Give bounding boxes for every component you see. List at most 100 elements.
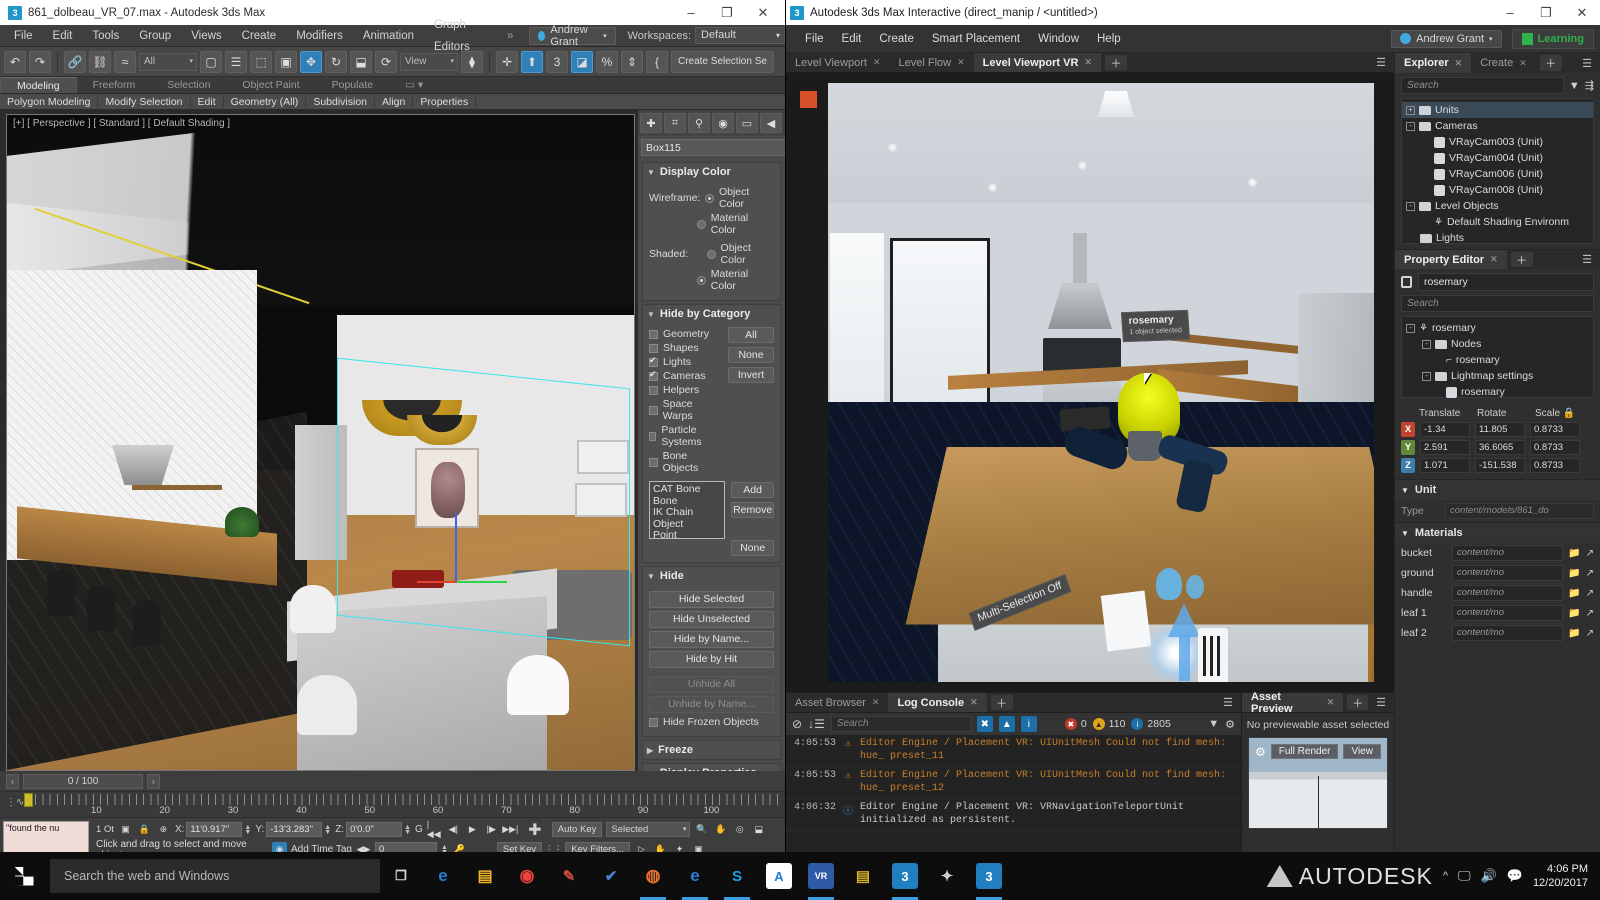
named-selection-icon[interactable]: ⇕	[621, 50, 643, 73]
rollout-display-color-header[interactable]: ▼ Display Color	[643, 163, 780, 181]
tab-level-viewport[interactable]: Level Viewport ✕	[786, 53, 890, 72]
rollout-hide-header[interactable]: ▼ Hide	[643, 567, 780, 585]
frame-field[interactable]: 0 / 100	[23, 773, 143, 789]
log-row[interactable]: 4:05:53 ⚠ Editor Engine / Placement VR: …	[786, 767, 1241, 799]
filter-warnings-icon[interactable]: ▲	[998, 716, 1015, 732]
add-button[interactable]: Add	[731, 482, 774, 498]
unit-type-value[interactable]: content/models/861_do	[1445, 503, 1594, 519]
taskbar-clock[interactable]: 4:06 PM 12/20/2017	[1533, 862, 1588, 890]
clear-log-icon[interactable]: ⊘	[792, 717, 802, 731]
browse-folder-icon[interactable]: 📁	[1568, 628, 1580, 639]
select-by-name-icon[interactable]: ☰	[225, 50, 247, 73]
start-button[interactable]	[0, 852, 48, 900]
unhide-all-button[interactable]: Unhide All	[649, 676, 774, 693]
volume-icon[interactable]: 🔊	[1481, 868, 1497, 884]
pan-icon[interactable]: ✋	[713, 822, 728, 837]
collapse-icon[interactable]: -	[1406, 201, 1415, 211]
lock-icon[interactable]	[1401, 276, 1412, 288]
category-row[interactable]: Lights	[649, 355, 722, 368]
undo-icon[interactable]: ↶	[4, 50, 26, 73]
add-keyframe-icon[interactable]: ✚	[522, 822, 548, 839]
property-search-input[interactable]: Search	[1401, 295, 1594, 312]
list-item[interactable]: IK Chain Object	[653, 506, 721, 530]
rollout-display-properties-header[interactable]: ▼ Display Properties	[643, 764, 780, 771]
vr-scene[interactable]: rosemary 1 object selected Multi-Selecti…	[828, 83, 1374, 682]
ribbon-edit[interactable]: Edit	[191, 93, 224, 110]
x-coord-field[interactable]: X: 11'0.917" ▲ ▼	[175, 822, 251, 837]
imenu-edit[interactable]: Edit	[833, 25, 871, 53]
auto-key-button[interactable]: Auto Key	[551, 822, 603, 837]
vr-viewport[interactable]: rosemary 1 object selected Multi-Selecti…	[786, 73, 1394, 692]
add-tab-icon[interactable]: ＋	[1104, 55, 1127, 70]
taskbar-app-skype[interactable]: S	[716, 852, 758, 900]
taskbar-app-edge-2[interactable]: e	[674, 852, 716, 900]
explorer-search-input[interactable]: Search	[1401, 77, 1564, 94]
category-row[interactable]: Shapes	[649, 342, 722, 354]
hierarchy-icon[interactable]: ⇶	[1585, 79, 1594, 92]
ribbon-options-icon[interactable]: ▭ ▾	[389, 77, 439, 93]
tree-node-lights[interactable]: Lights	[1402, 230, 1593, 246]
ribbon-properties[interactable]: Properties	[413, 93, 477, 110]
interactive-user-chip[interactable]: Andrew Grant ▾	[1391, 29, 1502, 48]
prop-node-rosemary-node[interactable]: ⌐ rosemary	[1402, 352, 1593, 368]
prop-node-rosemary-lightmap[interactable]: rosemary	[1402, 384, 1593, 400]
tab-asset-preview[interactable]: Asset Preview ✕	[1242, 691, 1344, 715]
shaded-object-color-radio[interactable]	[707, 249, 716, 259]
category-row[interactable]: Bone Objects	[649, 450, 722, 474]
object-name-input[interactable]	[641, 139, 785, 156]
z-value[interactable]: 0'0.0"	[346, 822, 403, 837]
wireframe-material-color-radio[interactable]	[697, 219, 706, 229]
tree-node-units[interactable]: + Units	[1402, 102, 1593, 118]
minimize-button[interactable]: –	[673, 0, 709, 25]
close-icon[interactable]: ✕	[1519, 58, 1527, 69]
rotate-z-input[interactable]: -151.538	[1475, 458, 1525, 473]
reference-coordinate-combo[interactable]: View	[400, 52, 458, 71]
task-view-button[interactable]: ❐	[380, 852, 422, 900]
network-icon[interactable]: 🖵	[1458, 868, 1471, 884]
bone-type-list[interactable]: CAT Bone Bone IK Chain Object Point	[649, 481, 726, 541]
hide-selected-button[interactable]: Hide Selected	[649, 591, 774, 608]
prev-frame-button[interactable]: ‹	[6, 773, 19, 789]
tree-node-cameras[interactable]: - Cameras	[1402, 118, 1593, 134]
none-button[interactable]: None	[728, 347, 774, 363]
materials-section-header[interactable]: ▼ Materials	[1395, 522, 1600, 543]
orbit-icon[interactable]: ◎	[732, 822, 747, 837]
explorer-tree[interactable]: + Units - Cameras VRayCam003 (Unit) VRay…	[1401, 98, 1594, 244]
redo-icon[interactable]: ↷	[29, 50, 51, 73]
menu-group[interactable]: Group	[129, 25, 181, 47]
shapes-checkbox[interactable]	[649, 343, 658, 353]
ribbon-tab-populate[interactable]: Populate	[316, 77, 389, 93]
taskbar-app-max-interactive[interactable]: 3	[968, 852, 1010, 900]
close-icon[interactable]: ✕	[872, 697, 880, 708]
asset-panel-menu-icon[interactable]: ☰	[1368, 693, 1394, 712]
explorer-panel-menu-icon[interactable]: ☰	[1574, 53, 1600, 73]
bind-to-space-warp-icon[interactable]: ≈	[114, 50, 136, 73]
action-center-icon[interactable]: 💬	[1507, 868, 1523, 884]
taskbar-app-paint[interactable]: ✎	[548, 852, 590, 900]
next-key-icon[interactable]: |▶	[484, 822, 499, 837]
add-tab-icon[interactable]: ＋	[1539, 55, 1562, 71]
close-icon[interactable]: ✕	[957, 57, 965, 68]
gear-icon[interactable]: ⚙	[1255, 745, 1266, 759]
unit-section-header[interactable]: ▼ Unit	[1395, 479, 1600, 500]
log-settings-icon[interactable]: ⚙	[1225, 718, 1235, 731]
scale-y-input[interactable]: 0.8733	[1530, 440, 1580, 455]
ribbon-subdivision[interactable]: Subdivision	[306, 93, 376, 110]
open-external-icon[interactable]: ↗	[1586, 608, 1594, 619]
sort-log-icon[interactable]: ↓☰	[808, 717, 825, 731]
rectangular-selection-icon[interactable]: ⬚	[250, 50, 272, 73]
user-account-chip[interactable]: Andrew Grant ▾	[529, 24, 616, 48]
timeline-key-icon[interactable]: ⋮∿	[6, 797, 24, 808]
expand-icon[interactable]: +	[1406, 105, 1415, 115]
percent-snap-3-icon[interactable]: 3	[546, 50, 568, 73]
remove-button[interactable]: Remove	[731, 502, 774, 518]
key-mode-combo[interactable]: Selected	[606, 822, 691, 837]
snap-toggle-icon[interactable]: ✛	[496, 50, 518, 73]
maximize-button[interactable]: ❐	[1528, 0, 1564, 25]
property-panel-menu-icon[interactable]: ☰	[1574, 250, 1600, 269]
open-external-icon[interactable]: ↗	[1586, 568, 1594, 579]
next-frame-button[interactable]: ›	[147, 773, 160, 789]
goto-end-icon[interactable]: ▶▶|	[502, 822, 518, 837]
viewport-gizmo-z-axis[interactable]	[455, 513, 457, 581]
rotate-y-input[interactable]: 36.6065	[1475, 440, 1525, 455]
